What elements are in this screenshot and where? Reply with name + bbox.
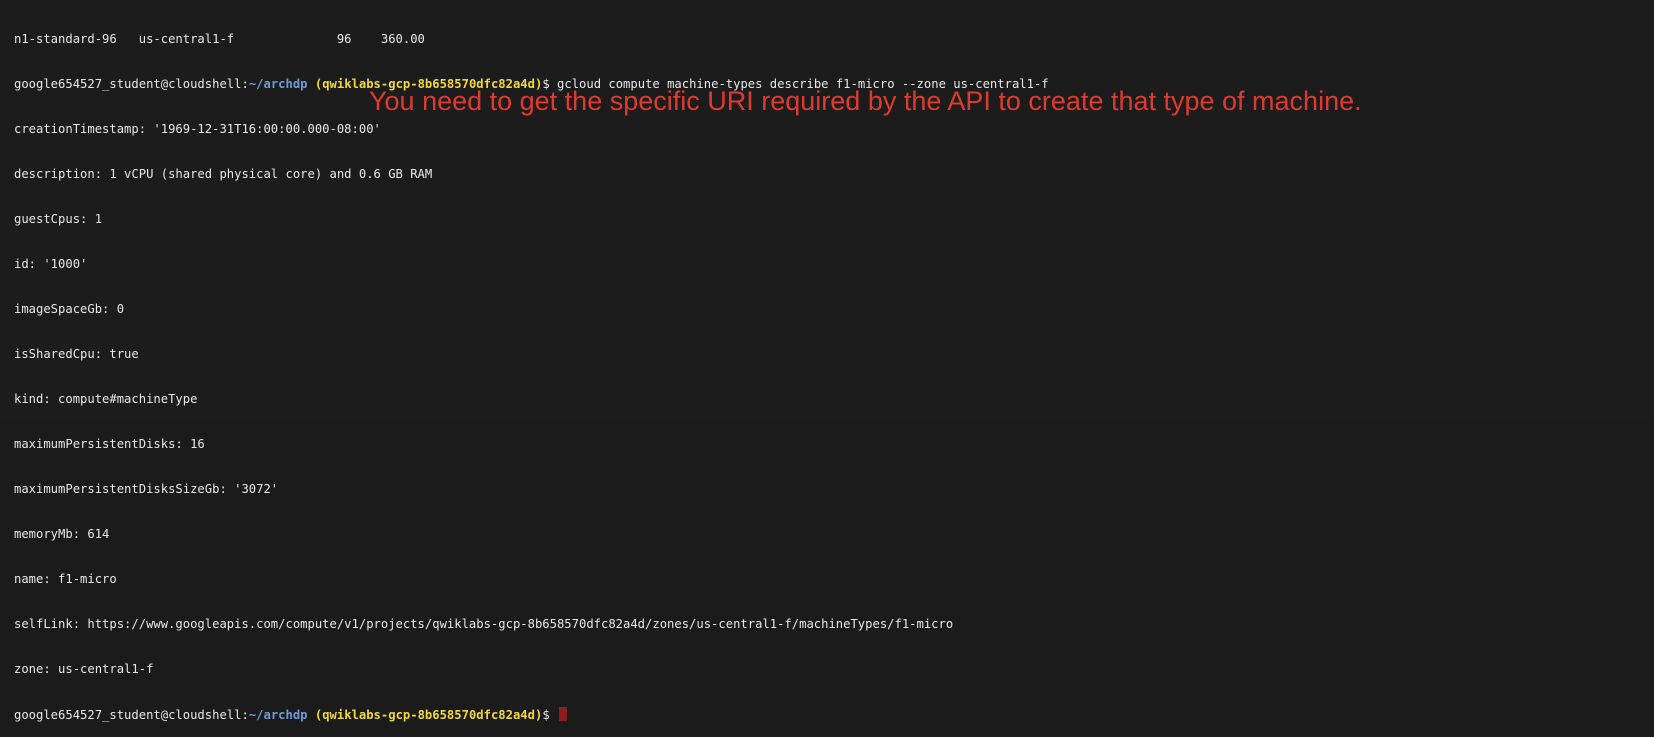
output-line-zone: zone: us-central1-f: [14, 662, 154, 676]
output-line-id: id: '1000': [14, 257, 88, 271]
output-line-max-disk-size: maximumPersistentDisksSizeGb: '3072': [14, 482, 279, 496]
active-prompt-line[interactable]: google654527_student@cloudshell:~/archdp…: [14, 707, 1654, 722]
output-line-self-link: selfLink: https://www.googleapis.com/com…: [14, 617, 954, 631]
output-line-memory: memoryMb: 614: [14, 527, 110, 541]
prompt-project: (qwiklabs-gcp-8b658570dfc82a4d): [314, 708, 543, 722]
prompt-user-host: google654527_student@cloudshell:: [14, 77, 249, 91]
output-line-max-disks: maximumPersistentDisks: 16: [14, 437, 205, 451]
terminal-window[interactable]: n1-standard-96 us-central1-f 96 360.00 g…: [0, 0, 1654, 722]
output-line-guest-cpus: guestCpus: 1: [14, 212, 103, 226]
output-line-image-space: imageSpaceGb: 0: [14, 302, 125, 316]
text-cursor[interactable]: [559, 707, 568, 721]
output-line-creation-timestamp: creationTimestamp: '1969-12-31T16:00:00.…: [14, 122, 381, 136]
prompt-path: ~/archdp: [248, 77, 308, 91]
annotation-callout: You need to get the specific URI require…: [369, 86, 1362, 116]
prompt-path: ~/archdp: [248, 708, 308, 722]
output-line-is-shared-cpu: isSharedCpu: true: [14, 347, 139, 361]
previous-output-line: n1-standard-96 us-central1-f 96 360.00: [14, 32, 425, 46]
output-line-name: name: f1-micro: [14, 572, 117, 586]
prompt-symbol: $: [542, 708, 558, 722]
output-line-kind: kind: compute#machineType: [14, 392, 198, 406]
prompt-user-host: google654527_student@cloudshell:: [14, 708, 249, 722]
output-line-description: description: 1 vCPU (shared physical cor…: [14, 167, 433, 181]
